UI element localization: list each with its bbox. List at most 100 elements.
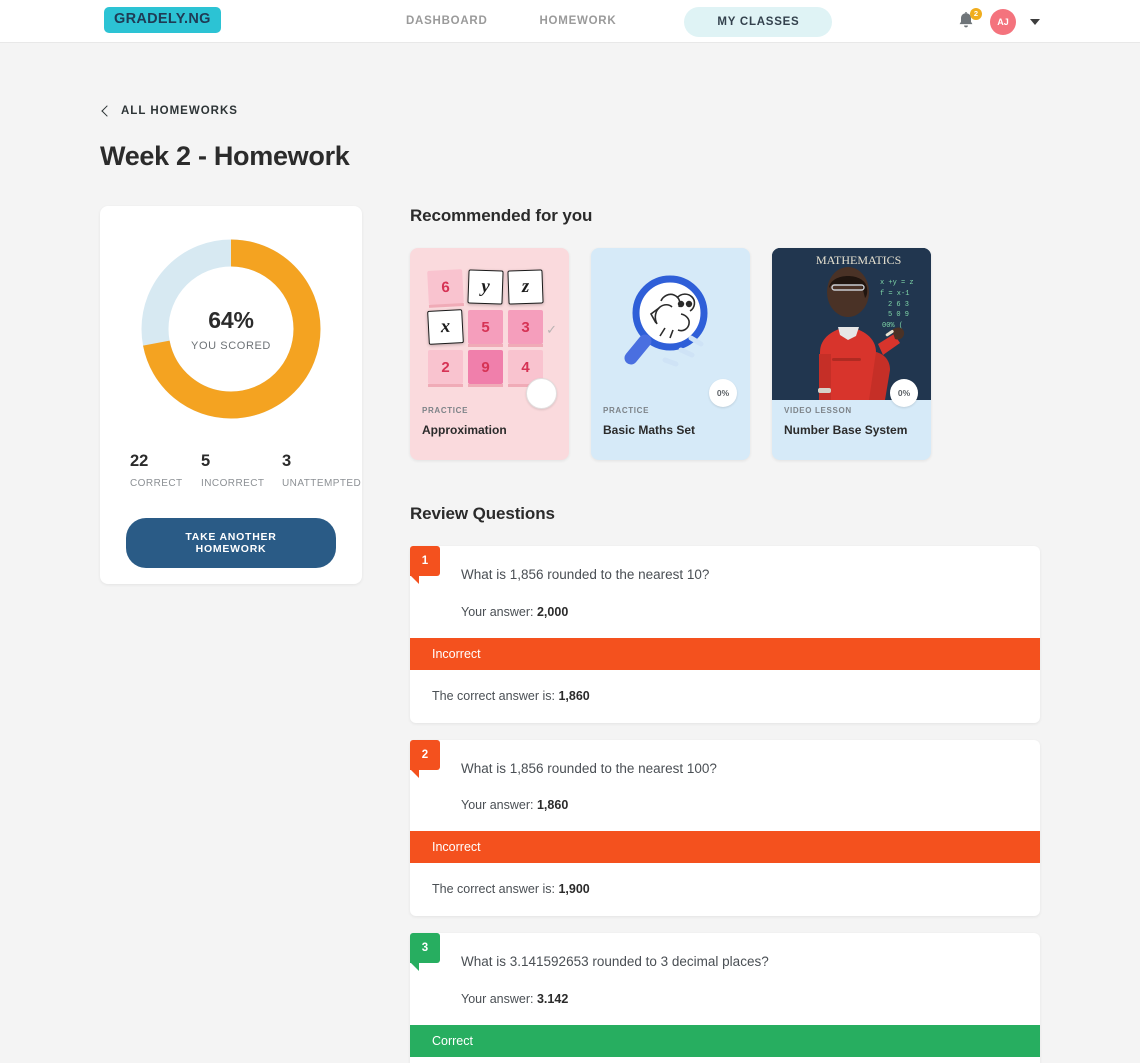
score-stats: 22 CORRECT 5 INCORRECT 3 UNATTEMPTED	[126, 452, 361, 489]
video-thumbnail: MATHEMATICS x +y = z f = x-1 2 6 3 5 0 9…	[772, 248, 931, 400]
question-number: 2	[421, 748, 429, 761]
question-text: What is 3.141592653 rounded to 3 decimal…	[461, 954, 769, 970]
page-container: ALL HOMEWORKS Week 2 - Homework 64% YOU …	[0, 105, 1140, 1063]
card-title-3: Number Base System	[784, 423, 908, 437]
avatar[interactable]: AJ	[990, 8, 1016, 35]
stat-correct-value: 22	[130, 452, 149, 470]
your-answer-value: 1,860	[536, 798, 569, 813]
recommended-card-basic-maths-set[interactable]: 0% PRACTICE Basic Maths Set	[591, 248, 750, 460]
chevron-down-icon[interactable]	[1030, 18, 1040, 25]
your-answer-prefix: Your answer:	[461, 991, 537, 1006]
status-banner: Correct	[410, 1024, 1040, 1057]
stat-incorrect-label: INCORRECT	[201, 478, 265, 489]
breadcrumb-label: ALL HOMEWORKS	[121, 105, 238, 117]
question-card: 1 What is 1,856 rounded to the nearest 1…	[410, 546, 1040, 723]
video-thumbnail-svg: MATHEMATICS x +y = z f = x-1 2 6 3 5 0 9…	[772, 248, 931, 400]
tile-7: 9	[468, 350, 503, 387]
right-column: Recommended for you 6 y z x 5 3 2 9 4 ✓ …	[410, 206, 1040, 1063]
card-title-1: Approximation	[422, 423, 507, 437]
svg-text:f = x-1: f = x-1	[880, 290, 909, 298]
question-card: 3 What is 3.141592653 rounded to 3 decim…	[410, 933, 1040, 1063]
card-footer-2: PRACTICE Basic Maths Set	[591, 406, 750, 437]
question-text: What is 1,856 rounded to the nearest 100…	[461, 760, 717, 776]
stat-correct: 22 CORRECT	[130, 452, 201, 489]
your-answer-row: Your answer: 2,000	[410, 605, 1040, 638]
review-questions-list: 1 What is 1,856 rounded to the nearest 1…	[410, 546, 1040, 1063]
status-banner: Incorrect	[410, 637, 1040, 670]
correct-answer-row: The correct answer is: 3.142	[410, 1057, 1040, 1063]
svg-text:2 6 3: 2 6 3	[888, 301, 909, 309]
basic-maths-artwork	[591, 248, 750, 400]
chevron-left-icon	[101, 105, 113, 117]
correct-answer-value: 1,860	[558, 688, 590, 703]
your-answer-row: Your answer: 1,860	[410, 798, 1040, 831]
question-number-badge: 2	[410, 739, 440, 778]
stat-incorrect-value: 5	[201, 452, 211, 470]
correct-answer-row: The correct answer is: 1,900	[410, 863, 1040, 916]
correct-answer-prefix: The correct answer is:	[432, 688, 559, 703]
check-icon: ✓	[546, 322, 557, 337]
your-answer-value: 2,000	[536, 604, 569, 619]
recommended-card-approximation[interactable]: 6 y z x 5 3 2 9 4 ✓ PRACTICE Approximati…	[410, 248, 569, 460]
page-title: Week 2 - Homework	[100, 141, 350, 171]
stat-unattempted-label: UNATTEMPTED	[282, 478, 362, 489]
question-number-badge: 3	[410, 933, 440, 972]
stat-incorrect: 5 INCORRECT	[201, 452, 282, 489]
video-artwork: MATHEMATICS x +y = z f = x-1 2 6 3 5 0 9…	[772, 248, 931, 400]
blackboard-title: MATHEMATICS	[816, 253, 901, 267]
score-summary-card: 64% YOU SCORED 22 CORRECT 5 INCORRECT 3 …	[100, 206, 362, 584]
card-title-2: Basic Maths Set	[603, 423, 696, 437]
approximation-artwork: 6 y z x 5 3 2 9 4 ✓	[410, 248, 569, 400]
score-caption: YOU SCORED	[191, 339, 271, 352]
recommended-card-number-base-system[interactable]: MATHEMATICS x +y = z f = x-1 2 6 3 5 0 9…	[772, 248, 931, 460]
card-kicker-2: PRACTICE	[603, 406, 650, 415]
svg-text:x +y = z: x +y = z	[880, 279, 914, 287]
recommended-cards: 6 y z x 5 3 2 9 4 ✓ PRACTICE Approximati…	[410, 248, 1040, 460]
stat-unattempted-value: 3	[282, 452, 292, 470]
main-nav: DASHBOARD HOMEWORK MY CLASSES	[380, 0, 833, 43]
question-number: 3	[421, 942, 429, 955]
donut-center-label: 64% YOU SCORED	[140, 238, 322, 420]
tile-4: 5	[468, 310, 503, 347]
correct-answer-value: 1,900	[558, 882, 590, 897]
nav-right-cluster: 2 AJ	[956, 0, 1040, 43]
recommended-section-title: Recommended for you	[410, 206, 593, 225]
question-text: What is 1,856 rounded to the nearest 10?	[461, 567, 710, 582]
breadcrumb[interactable]: ALL HOMEWORKS	[100, 105, 238, 117]
your-answer-value: 3.142	[536, 991, 569, 1006]
notifications-button[interactable]: 2	[956, 7, 982, 33]
tile-6: 2	[428, 350, 463, 387]
nav-item-homework[interactable]: HOMEWORK	[514, 0, 643, 43]
progress-badge-2: 0%	[709, 379, 737, 407]
tile-1: y	[467, 269, 504, 305]
take-another-homework-button[interactable]: TAKE ANOTHER HOMEWORK	[126, 518, 336, 568]
app-logo[interactable]: GRADELY.NG	[104, 7, 221, 33]
nav-item-my-classes[interactable]: MY CLASSES	[684, 6, 833, 37]
top-navigation-bar: GRADELY.NG DASHBOARD HOMEWORK MY CLASSES…	[0, 0, 1140, 43]
score-donut-chart: 64% YOU SCORED	[140, 238, 322, 420]
stat-unattempted: 3 UNATTEMPTED	[282, 452, 361, 489]
card-footer-1: PRACTICE Approximation	[410, 406, 569, 437]
card-kicker-3: VIDEO LESSON	[784, 406, 852, 415]
your-answer-prefix: Your answer:	[461, 604, 537, 619]
tile-5: 3	[508, 310, 543, 347]
card-footer-3: VIDEO LESSON Number Base System	[772, 406, 931, 437]
question-card: 2 What is 1,856 rounded to the nearest 1…	[410, 739, 1040, 917]
tile-0: 6	[427, 269, 464, 305]
magnifier-icon	[624, 275, 708, 367]
page-content: 64% YOU SCORED 22 CORRECT 5 INCORRECT 3 …	[100, 206, 1040, 1063]
correct-answer-prefix: The correct answer is:	[432, 882, 559, 897]
your-answer-prefix: Your answer:	[461, 798, 537, 813]
status-banner: Incorrect	[410, 831, 1040, 864]
stat-correct-label: CORRECT	[130, 478, 183, 489]
tile-2: z	[507, 269, 544, 305]
notification-badge: 2	[970, 7, 982, 20]
your-answer-row: Your answer: 3.142	[410, 992, 1040, 1025]
score-percent: 64%	[208, 306, 254, 333]
tile-3: x	[427, 309, 464, 345]
correct-answer-row: The correct answer is: 1,860	[410, 670, 1040, 723]
progress-badge-1	[526, 378, 557, 409]
question-number: 1	[421, 555, 429, 567]
question-number-badge: 1	[410, 546, 440, 584]
nav-item-dashboard[interactable]: DASHBOARD	[380, 0, 514, 43]
